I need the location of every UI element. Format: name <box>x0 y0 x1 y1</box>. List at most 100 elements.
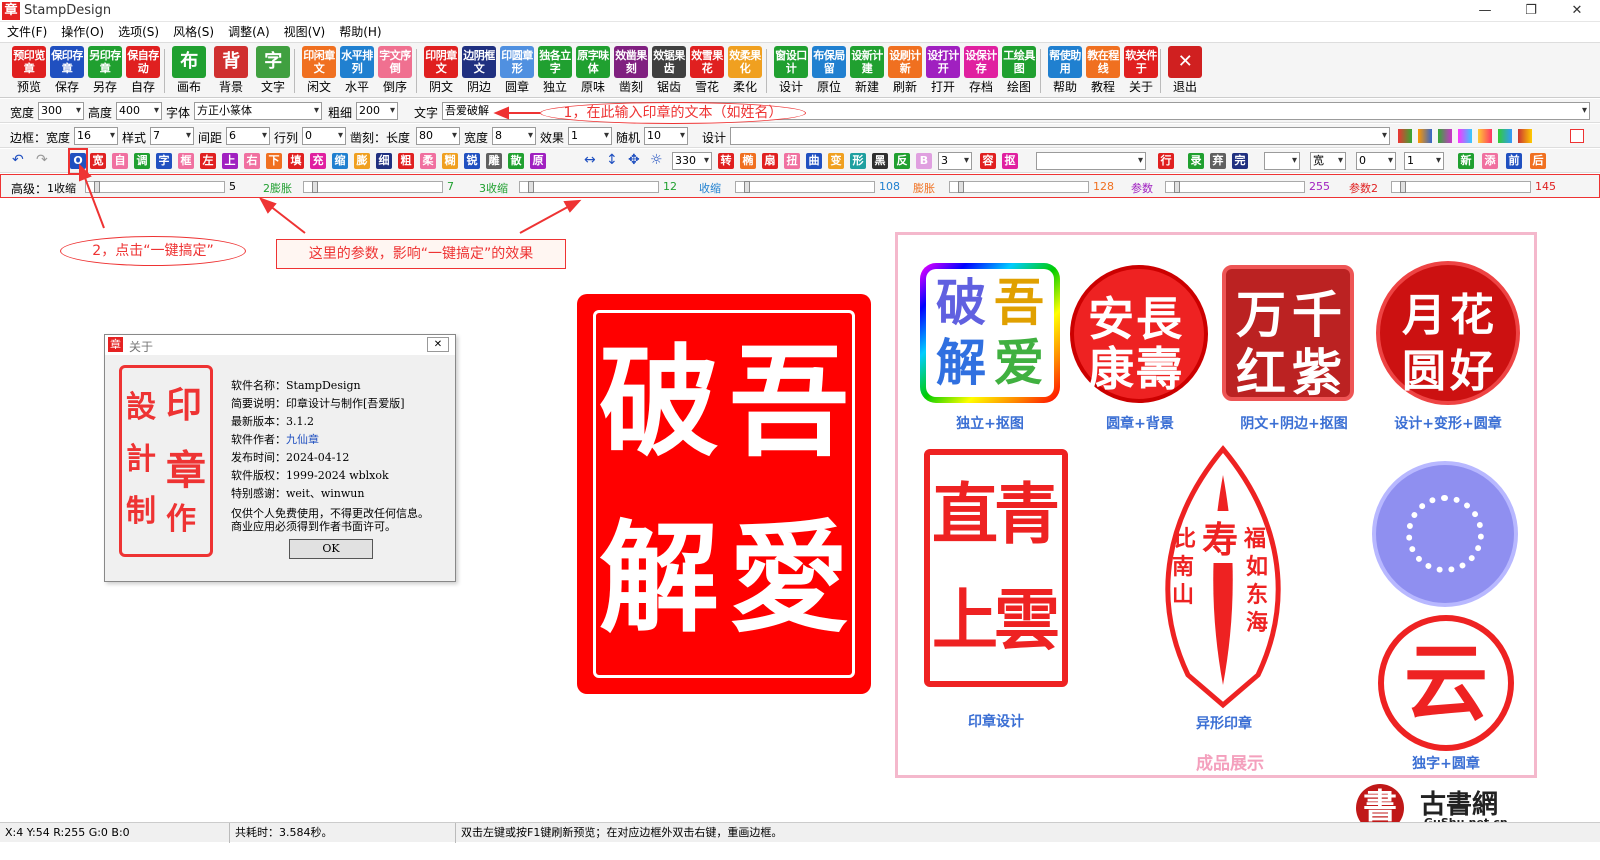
style-button[interactable]: 字 <box>156 153 172 169</box>
gap-select[interactable]: 6 <box>226 127 270 145</box>
fit-button[interactable]: 容 <box>980 153 996 169</box>
menu-adjust[interactable]: 调整(A) <box>221 22 277 42</box>
style-button[interactable]: 下 <box>266 153 282 169</box>
value-b-select[interactable]: 1 <box>1404 152 1444 170</box>
transform-button[interactable]: 形 <box>850 153 866 169</box>
param-slider[interactable] <box>949 181 1089 193</box>
layer-button[interactable]: 添 <box>1482 153 1498 169</box>
style-button[interactable]: 糊 <box>442 153 458 169</box>
help-button[interactable]: 帮使助用 帮助 <box>1046 46 1084 96</box>
slider-thumb[interactable] <box>1400 181 1406 193</box>
slider-thumb[interactable] <box>1174 181 1180 193</box>
menu-options[interactable]: 选项(S) <box>111 22 166 42</box>
style-button[interactable]: 原 <box>530 153 546 169</box>
layer-button[interactable]: 后 <box>1530 153 1546 169</box>
record-button[interactable]: 录 <box>1188 153 1204 169</box>
transform-button[interactable]: 椭 <box>740 153 756 169</box>
palette-icon[interactable] <box>1518 129 1532 143</box>
minimize-button[interactable]: — <box>1462 0 1508 22</box>
style-button[interactable]: 左 <box>200 153 216 169</box>
palette-icon[interactable] <box>1418 129 1432 143</box>
soften-button[interactable]: 效柔果化 柔化 <box>726 46 764 96</box>
effect-select[interactable]: 1 <box>568 127 612 145</box>
undo-icon[interactable]: ↶ <box>12 152 24 168</box>
menu-help[interactable]: 帮助(H) <box>332 22 388 42</box>
palette-icon[interactable] <box>1458 129 1472 143</box>
value-a-select[interactable]: 0 <box>1356 152 1396 170</box>
reverse-button[interactable]: 字文序倒 倒序 <box>376 46 414 96</box>
style-button[interactable]: 自 <box>112 153 128 169</box>
about-button[interactable]: 软关件于 关于 <box>1122 46 1160 96</box>
style-button[interactable]: 框 <box>178 153 194 169</box>
style-button[interactable]: 调 <box>134 153 150 169</box>
move-icon[interactable]: ✥ <box>628 152 640 168</box>
layer-select[interactable] <box>1036 152 1146 170</box>
row-button[interactable]: 行 <box>1158 153 1174 169</box>
draw-button[interactable]: 工绘具图 绘图 <box>1000 46 1038 96</box>
saw-tooth-button[interactable]: 效锯果齿 锯齿 <box>650 46 688 96</box>
idle-text-button[interactable]: 印闲章文 闲文 <box>300 46 338 96</box>
transform-button[interactable]: 黑 <box>872 153 888 169</box>
style-button[interactable]: 柔 <box>420 153 436 169</box>
style-button[interactable]: 填 <box>288 153 304 169</box>
weight-select[interactable]: 200 <box>356 102 398 120</box>
original-button[interactable]: 原字味体 原味 <box>574 46 612 96</box>
brightness-icon[interactable]: ☼ <box>650 152 663 168</box>
text-button[interactable]: 字文字 <box>254 46 292 96</box>
color-select[interactable] <box>1264 152 1300 170</box>
horizontal-button[interactable]: 水平排列 水平 <box>338 46 376 96</box>
tutorial-button[interactable]: 教在程线 教程 <box>1084 46 1122 96</box>
style-button[interactable]: 锐 <box>464 153 480 169</box>
style-button[interactable]: 右 <box>244 153 260 169</box>
cutout-button[interactable]: 抠 <box>1002 153 1018 169</box>
archive-button[interactable]: 设保计存 存档 <box>962 46 1000 96</box>
grid-icon[interactable] <box>1570 129 1584 143</box>
style-button[interactable]: 细 <box>376 153 392 169</box>
palette-icon[interactable] <box>1398 129 1412 143</box>
yin-border-button[interactable]: 边阴框文 阴边 <box>460 46 498 96</box>
wide-select[interactable]: 宽 <box>1310 152 1346 170</box>
transform-button[interactable]: 变 <box>828 153 844 169</box>
layer-button[interactable]: 前 <box>1506 153 1522 169</box>
keep-layout-button[interactable]: 布保局留 原位 <box>810 46 848 96</box>
width-select[interactable]: 300 <box>38 102 84 120</box>
border-width-select[interactable]: 16 <box>74 127 118 145</box>
stamp-preview[interactable]: 吾 愛 破 解 <box>577 294 871 694</box>
linegap-select[interactable]: 0 <box>302 127 346 145</box>
slider-thumb[interactable] <box>958 181 964 193</box>
palette-icon[interactable] <box>1438 129 1452 143</box>
ok-button[interactable]: OK <box>289 539 373 559</box>
carve-length-select[interactable]: 80 <box>416 127 460 145</box>
slider-thumb[interactable] <box>94 181 100 193</box>
style-button[interactable]: 宽 <box>90 153 106 169</box>
height-select[interactable]: 400 <box>116 102 162 120</box>
transform-button[interactable]: 曲 <box>806 153 822 169</box>
flip-vertical-icon[interactable]: ↕ <box>606 152 618 168</box>
chisel-button[interactable]: 效凿果刻 凿刻 <box>612 46 650 96</box>
slider-thumb[interactable] <box>528 181 534 193</box>
finish-button[interactable]: 完 <box>1232 153 1248 169</box>
layer-button[interactable]: 新 <box>1458 153 1474 169</box>
auto-save-button[interactable]: 保自存动 自存 <box>124 46 162 96</box>
save-as-button[interactable]: 另印存章 另存 <box>86 46 124 96</box>
menu-view[interactable]: 视图(V) <box>277 22 333 42</box>
redo-icon[interactable]: ↷ <box>36 152 48 168</box>
transform-button[interactable]: B <box>916 153 932 169</box>
refresh-button[interactable]: 设刷计新 刷新 <box>886 46 924 96</box>
independent-button[interactable]: 独各立字 独立 <box>536 46 574 96</box>
random-select[interactable]: 10 <box>644 127 688 145</box>
background-button[interactable]: 背背景 <box>212 46 250 96</box>
menu-style[interactable]: 风格(S) <box>166 22 221 42</box>
font-select[interactable]: 方正小篆体 <box>194 102 322 120</box>
palette-icon[interactable] <box>1498 129 1512 143</box>
open-button[interactable]: 设打计开 打开 <box>924 46 962 96</box>
menu-operate[interactable]: 操作(O) <box>54 22 111 42</box>
snow-button[interactable]: 效雪果花 雪花 <box>688 46 726 96</box>
param-slider[interactable] <box>85 181 225 193</box>
transform-button[interactable]: 扇 <box>762 153 778 169</box>
menu-file[interactable]: 文件(F) <box>0 22 54 42</box>
param-slider[interactable] <box>1391 181 1531 193</box>
save-button[interactable]: 保印存章 保存 <box>48 46 86 96</box>
count-select[interactable]: 3 <box>938 152 972 170</box>
style-button[interactable]: 充 <box>310 153 326 169</box>
